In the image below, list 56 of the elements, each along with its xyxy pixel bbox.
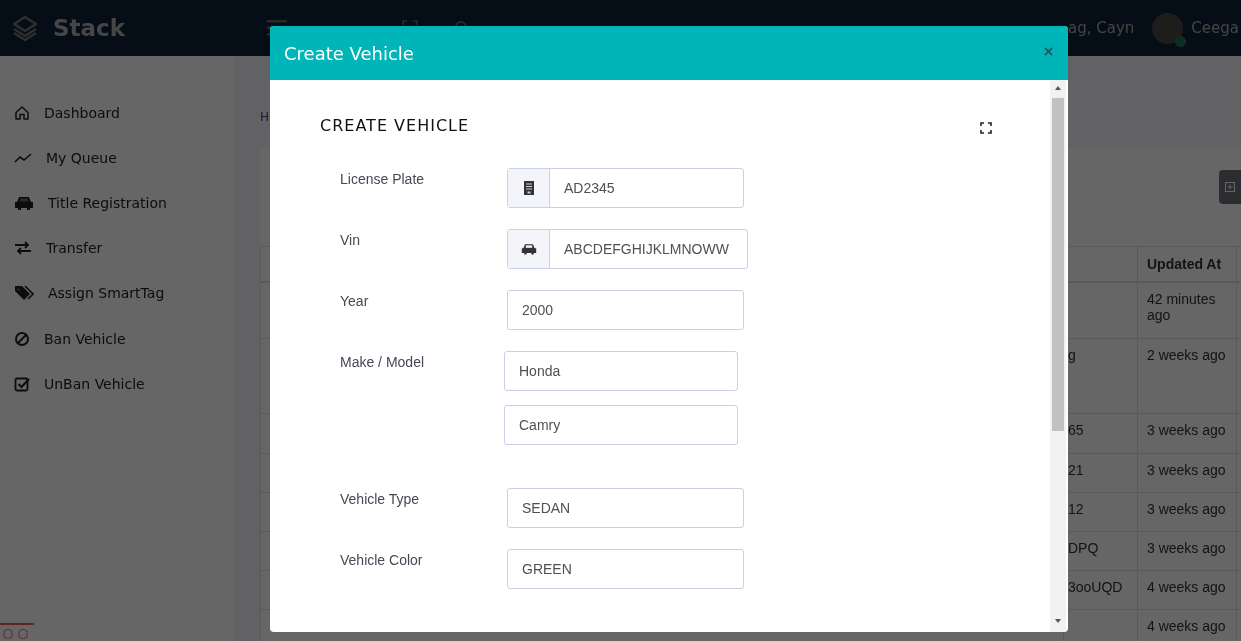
ban-icon (14, 330, 30, 347)
table-cell: 3ooUQD (1068, 579, 1123, 595)
input-field[interactable]: ABCDEFGHIJKLMNOWW (507, 229, 748, 269)
table-cell: 65 (1068, 422, 1084, 438)
input-field[interactable]: GREEN (507, 549, 744, 589)
transfer-icon (14, 241, 32, 256)
scrollbar[interactable] (1050, 80, 1066, 632)
field-label: Make / Model (340, 353, 426, 372)
sidebar-item[interactable]: UnBan Vehicle (0, 361, 233, 407)
sidebar-item[interactable]: My Queue (0, 135, 233, 181)
table-cell: 42 minutes ago (1147, 290, 1216, 323)
tags-icon (14, 285, 34, 302)
table-cell: 3 weeks ago (1147, 501, 1226, 517)
avatar[interactable] (1152, 12, 1184, 44)
table-cell: 4 weeks ago (1147, 618, 1226, 634)
table-cell: 3 weeks ago (1147, 422, 1226, 438)
input-field[interactable]: 2000 (507, 290, 744, 330)
car-icon (520, 243, 537, 255)
field-label: License Plate (340, 170, 426, 189)
sidebar-item[interactable]: Assign SmartTag (0, 270, 233, 316)
table-cell: 4 weeks ago (1147, 579, 1226, 595)
sidebar-item[interactable]: Dashboard (0, 90, 233, 136)
table-cell: g (1068, 347, 1076, 363)
table-cell: 2 weeks ago (1147, 347, 1226, 363)
input-field[interactable]: SEDAN (507, 488, 744, 528)
table-cell: DPQ (1068, 540, 1099, 556)
brand-name: Stack (53, 15, 125, 41)
document-icon (523, 181, 534, 195)
form-heading: CREATE VEHICLE (320, 115, 470, 135)
close-icon[interactable] (1044, 46, 1053, 56)
trend-line-icon (14, 151, 32, 164)
logo-icon (11, 14, 39, 42)
column-header: Updated At (1137, 246, 1237, 282)
sidebar-item[interactable]: Title Registration (0, 180, 233, 226)
plus-square-icon (1225, 182, 1235, 192)
table-cell: 12 (1068, 501, 1084, 517)
car-icon (14, 195, 34, 210)
home-icon (14, 104, 30, 121)
modal-title: Create Vehicle (284, 42, 414, 64)
field-label: Vehicle Color (340, 551, 424, 570)
expand-icon[interactable] (980, 122, 992, 134)
table-cell: 21 (1068, 462, 1084, 478)
field-label: Year (340, 292, 370, 311)
user-name: ag, Cayn (1068, 19, 1135, 37)
field-label: Vehicle Type (340, 490, 421, 509)
widget-icon[interactable] (0, 623, 34, 641)
field-label: Vin (340, 231, 361, 250)
checkbox-icon (14, 375, 30, 392)
table-cell: 3 weeks ago (1147, 540, 1226, 556)
input-field[interactable]: Honda (504, 351, 738, 391)
input-field[interactable]: Camry (504, 405, 738, 445)
table-cell: 3 weeks ago (1147, 462, 1226, 478)
sidebar-item[interactable]: Ban Vehicle (0, 315, 233, 362)
sidebar-item[interactable]: Transfer (0, 225, 233, 271)
input-field[interactable]: AD2345 (507, 168, 744, 208)
profile-name[interactable]: Ceega (1191, 19, 1239, 37)
